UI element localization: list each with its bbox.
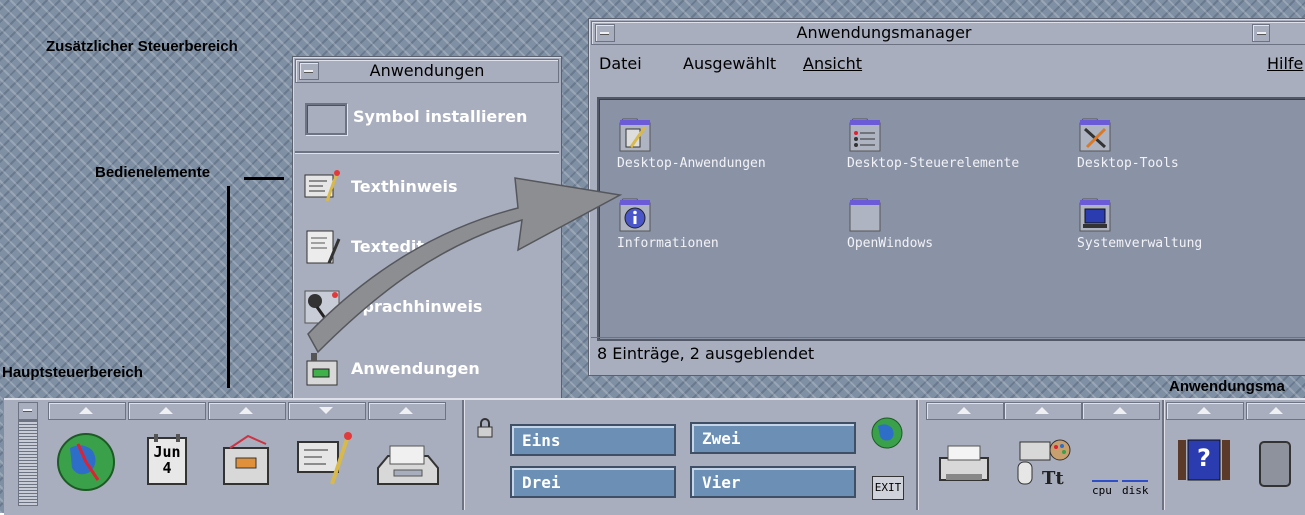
callout-controls: Bedienelemente [95, 164, 211, 181]
subpanel-item-text-editor[interactable]: Texteditor [303, 225, 553, 269]
exit-button[interactable]: EXIT [872, 476, 904, 500]
subpanel-arrow-applications[interactable] [288, 402, 366, 420]
install-drop-box[interactable] [305, 103, 347, 135]
install-icon-label: Symbol installieren [353, 107, 528, 126]
calendar-day: 4 [162, 459, 172, 477]
svg-text:Tt: Tt [1042, 468, 1064, 489]
menu-view[interactable]: Ansicht [803, 54, 862, 73]
panel-separator [462, 400, 465, 510]
text-note-icon [297, 432, 352, 485]
appmgr-item-label: Desktop-Steuerelemente [847, 156, 1020, 171]
panel-separator [916, 400, 919, 510]
system-admin-icon [1079, 198, 1111, 232]
subpanel-titlebar[interactable]: Anwendungen [295, 59, 559, 83]
calendar-month: Jun [153, 443, 181, 461]
trash-can-icon [1259, 441, 1291, 487]
front-panel-drag-handle[interactable] [18, 420, 38, 506]
subpanel-item-applications[interactable]: Anwendungen [303, 347, 553, 391]
appmgr-title: Anwendungsmanager [796, 23, 972, 42]
cpu-label: cpu [1092, 484, 1112, 497]
application-manager-window: Anwendungsmanager Datei Ausgewählt Ansic… [588, 18, 1305, 376]
subpanel-item-text-note[interactable]: Texthinweis [303, 165, 553, 209]
menu-help[interactable]: Hilfe [1267, 54, 1303, 73]
appmgr-titlebar[interactable]: Anwendungsmanager [591, 21, 1305, 45]
subpanel-arrow-printer[interactable] [926, 402, 1004, 420]
subpanel-arrow-calendar[interactable] [128, 402, 206, 420]
printer-icon [939, 445, 989, 481]
subpanel-item-label: Texteditor [351, 237, 443, 256]
subpanel-arrow-style[interactable] [1004, 402, 1082, 420]
appmgr-item-label: Informationen [617, 236, 719, 251]
trash-control[interactable] [1246, 422, 1304, 508]
text-note-icon [304, 170, 340, 202]
subpanel-arrow-files[interactable] [208, 402, 286, 420]
style-manager-icon: Tt [1017, 439, 1071, 489]
appmgr-item-label: Systemverwaltung [1077, 236, 1203, 251]
clock-control[interactable] [48, 422, 124, 508]
subpanel-item-voice-note[interactable]: Sprachhinweis [303, 285, 553, 329]
globe-clock-icon [57, 433, 115, 491]
globe-busy-icon [871, 417, 903, 449]
desktop-tools-icon [1079, 118, 1111, 152]
install-icon-drop-zone[interactable]: Symbol installieren [303, 95, 553, 139]
callout-mainpanel: Hauptsteuerbereich [2, 364, 143, 381]
desktop-apps-icon [619, 118, 651, 152]
help-question-mark: ? [1197, 444, 1211, 472]
disk-label: disk [1122, 484, 1149, 497]
text-editor-icon [306, 230, 341, 264]
appmgr-menubar: Datei Ausgewählt Ansicht Hilfe [591, 47, 1305, 81]
callout-line-controls [244, 177, 284, 180]
panel-separator [1162, 400, 1165, 510]
workspace-button-4[interactable]: Vier [690, 466, 856, 498]
appmgr-content: Desktop-Anwendungen Desktop-Steuerelemen… [597, 97, 1305, 341]
help-manager-control[interactable]: ? [1166, 422, 1242, 508]
performance-meter[interactable]: cpu disk [1082, 422, 1158, 508]
subpanel-item-label: Texthinweis [351, 177, 458, 196]
file-manager-control[interactable] [208, 422, 284, 508]
desktop-controls-icon [849, 118, 881, 152]
subpanel-arrow-monitor[interactable] [1082, 402, 1160, 420]
lock-icon[interactable] [476, 418, 494, 438]
applications-icon [306, 353, 338, 386]
subpanel-arrow-trash[interactable] [1246, 402, 1305, 420]
menu-selected[interactable]: Ausgewählt [683, 54, 776, 73]
subpanel-title: Anwendungen [369, 61, 485, 80]
callout-line-vertical [227, 186, 230, 388]
status-divider [591, 337, 1305, 338]
appmgr-item-label: OpenWindows [847, 236, 934, 251]
calendar-control[interactable]: Jun 4 [128, 422, 204, 508]
subpanel-item-label: Sprachhinweis [351, 297, 483, 316]
subpanel-arrow-help[interactable] [1166, 402, 1244, 420]
style-manager-control[interactable]: Tt [1004, 422, 1080, 508]
voice-note-icon [304, 290, 340, 324]
callout-subpanel: Zusätzlicher Steuerbereich [46, 38, 238, 55]
mail-control[interactable] [368, 422, 444, 508]
info-icon [619, 198, 651, 232]
text-note-control[interactable] [288, 422, 364, 508]
front-panel: Jun 4 Eins Zwei Drei Vier EXIT Tt cpu di… [4, 398, 1305, 515]
printer-control[interactable] [926, 422, 1002, 508]
callout-appmgr: Anwendungsma [1169, 378, 1285, 395]
appmgr-item-label: Desktop-Tools [1077, 156, 1179, 171]
workspace-button-3[interactable]: Drei [510, 466, 676, 498]
disk-meter-bar [1122, 480, 1148, 482]
subpanel-arrow-clock[interactable] [48, 402, 126, 420]
subpanel-divider [295, 151, 559, 154]
minimize-button[interactable] [1252, 24, 1270, 42]
calendar-date: Jun 4 [148, 444, 186, 476]
folder-icon [849, 198, 881, 232]
mail-tray-icon [377, 445, 439, 485]
subpanel-arrow-mail[interactable] [368, 402, 446, 420]
workspace-button-2[interactable]: Zwei [690, 422, 856, 454]
workspace-button-1[interactable]: Eins [510, 424, 676, 456]
appmgr-status: 8 Einträge, 2 ausgeblendet [597, 344, 815, 363]
menu-file[interactable]: Datei [599, 54, 642, 73]
applications-subpanel: Anwendungen Symbol installieren Texthinw… [292, 56, 562, 404]
appmgr-item-label: Desktop-Anwendungen [617, 156, 766, 171]
file-cabinet-icon [223, 434, 269, 485]
front-panel-menu-button[interactable] [18, 402, 38, 420]
cpu-meter-bar [1092, 480, 1118, 482]
subpanel-item-label: Anwendungen [351, 359, 480, 378]
